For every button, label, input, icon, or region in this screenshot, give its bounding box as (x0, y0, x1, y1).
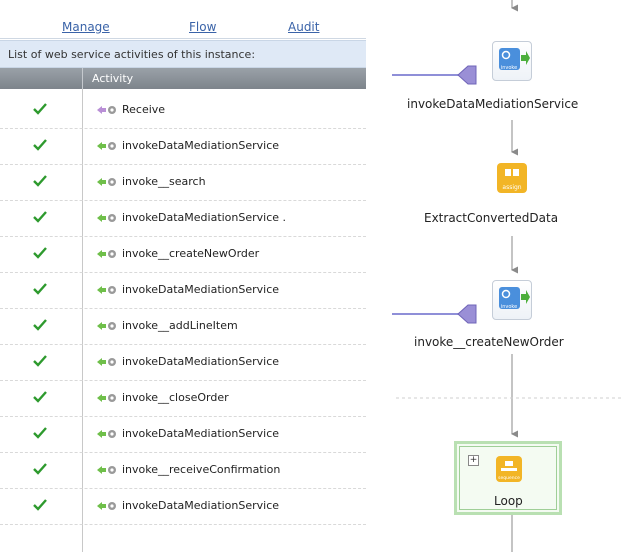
table-row[interactable]: invoke__createNewOrder (0, 237, 366, 273)
activity-name: invoke__createNewOrder (122, 247, 260, 260)
invoke-activity-icon (97, 502, 116, 510)
invoke-activity-icon (97, 286, 116, 294)
activity-name: Receive (122, 103, 166, 116)
table-row[interactable]: invokeDataMediationService (0, 273, 366, 309)
sequence-icon: sequence (496, 456, 522, 482)
activity-name: invokeDataMediationService (122, 427, 280, 440)
tab-audit[interactable]: Audit (288, 20, 319, 34)
checkmark-icon (33, 427, 47, 439)
assign-icon: assign (497, 163, 527, 193)
node-label-loop: Loop (494, 494, 523, 508)
receive-activity-icon (97, 106, 116, 114)
checkmark-icon (33, 283, 47, 295)
flow-diagram: invoke invokeDataMediationService assign… (366, 0, 621, 552)
checkmark-icon (33, 247, 47, 259)
checkmark-icon (33, 103, 47, 115)
invoke-activity-icon (97, 214, 116, 222)
svg-text:assign: assign (502, 184, 521, 191)
invoke-activity-icon (97, 358, 116, 366)
node-label-invoke-create-new-order: invoke__createNewOrder (414, 335, 564, 349)
activity-name: invoke__addLineItem (122, 319, 238, 332)
table-row[interactable]: invoke__receiveConfirmation (0, 453, 366, 489)
table-row[interactable]: invokeDataMediationService (0, 489, 366, 525)
invoke-activity-icon (97, 430, 116, 438)
activity-name: invokeDataMediationService (122, 499, 280, 512)
loop-scope-node[interactable]: + sequence Loop (454, 441, 562, 515)
activity-name: invokeDataMediationService . (122, 211, 287, 224)
activity-name: invoke__receiveConfirmation (122, 463, 281, 476)
checkmark-icon (33, 391, 47, 403)
checkmark-icon (33, 139, 47, 151)
activity-name: invoke__closeOrder (122, 391, 229, 404)
checkmark-icon (33, 319, 47, 331)
invoke-activity-icon (97, 466, 116, 474)
checkmark-icon (33, 499, 47, 511)
invoke-icon: invoke (499, 287, 530, 310)
checkmark-icon (33, 463, 47, 475)
invoke-create-order-node[interactable]: invoke (492, 280, 532, 320)
invoke-activity-icon (97, 142, 116, 150)
table-row[interactable]: Receive (0, 93, 366, 129)
table-row[interactable]: invoke__addLineItem (0, 309, 366, 345)
activity-name: invokeDataMediationService (122, 283, 280, 296)
activity-name: invokeDataMediationService (122, 139, 280, 152)
svg-text:invoke: invoke (501, 65, 517, 71)
tab-manage[interactable]: Manage (62, 20, 110, 34)
expand-loop-button[interactable]: + (468, 455, 479, 466)
tab-bar: Manage Flow Audit (0, 0, 366, 39)
header-separator (82, 68, 83, 89)
node-label-extract-converted-data: ExtractConvertedData (424, 211, 559, 225)
invoke-activity-node[interactable]: invoke (492, 41, 532, 81)
checkmark-icon (33, 355, 47, 367)
partner-link-connector-1 (457, 65, 477, 85)
activity-column-header[interactable]: Activity (92, 72, 133, 85)
list-caption: List of web service activities of this i… (0, 40, 366, 68)
svg-text:invoke: invoke (501, 304, 517, 310)
tab-flow[interactable]: Flow (189, 20, 216, 34)
table-row[interactable]: invokeDataMediationService (0, 129, 366, 165)
checkmark-icon (33, 175, 47, 187)
table-row[interactable]: invoke__closeOrder (0, 381, 366, 417)
invoke-activity-icon (97, 322, 116, 330)
table-header: Activity (0, 68, 366, 89)
table-row[interactable]: invokeDataMediationService . (0, 201, 366, 237)
activity-name: invoke__search (122, 175, 206, 188)
activity-table-body: Receive invokeDataMediationService invoke_… (0, 93, 366, 525)
invoke-activity-icon (97, 178, 116, 186)
invoke-activity-icon (97, 250, 116, 258)
svg-text:sequence: sequence (498, 476, 520, 481)
checkmark-icon (33, 211, 47, 223)
table-row[interactable]: invokeDataMediationService (0, 345, 366, 381)
assign-activity-node[interactable]: assign (497, 163, 527, 193)
activity-list-pane: Manage Flow Audit List of web service ac… (0, 0, 366, 552)
table-row[interactable]: invoke__search (0, 165, 366, 201)
partner-link-connector-2 (457, 304, 477, 324)
activity-name: invokeDataMediationService (122, 355, 280, 368)
invoke-activity-icon (97, 394, 116, 402)
list-caption-text: List of web service activities of this i… (8, 48, 256, 61)
invoke-icon: invoke (499, 48, 530, 71)
node-label-invoke-data-mediation: invokeDataMediationService (407, 97, 579, 111)
table-row[interactable]: invokeDataMediationService (0, 417, 366, 453)
